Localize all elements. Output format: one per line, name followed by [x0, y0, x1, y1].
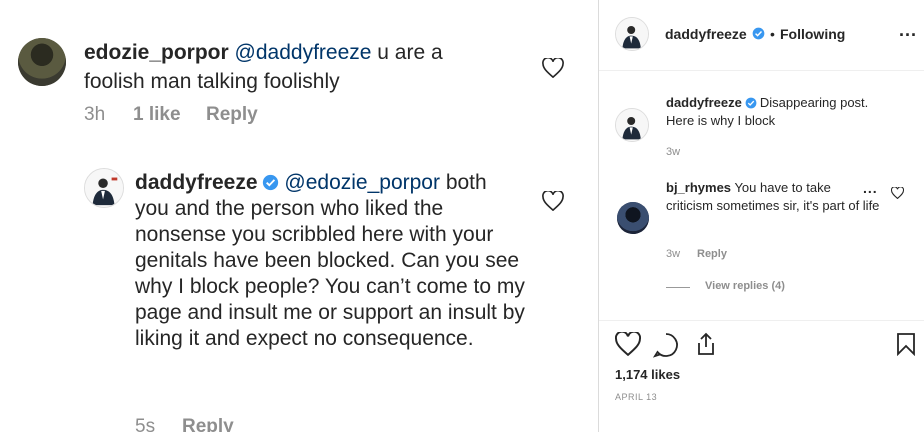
comment-body: both you and the person who liked the no… — [135, 171, 525, 350]
bookmark-icon[interactable] — [896, 332, 916, 356]
following-button[interactable]: Following — [780, 26, 845, 42]
avatar[interactable] — [18, 38, 66, 86]
verified-icon — [262, 174, 278, 191]
caption-time: 3w — [666, 146, 681, 158]
view-replies-button[interactable]: View replies (4) — [705, 280, 785, 292]
avatar[interactable] — [617, 202, 649, 234]
post-author-username[interactable]: daddyfreeze — [665, 26, 747, 42]
post-caption: daddyfreeze Disappearing post. Here is wh… — [666, 94, 891, 130]
comment-text: daddyfreeze @edozie_porpor both you and … — [135, 170, 525, 352]
heart-icon[interactable] — [542, 191, 564, 211]
post-panel: daddyfreeze • Following ... daddyfreeze D… — [599, 0, 924, 432]
separator-dot: • — [770, 26, 775, 42]
comment-like-count[interactable]: 1 like — [133, 104, 181, 126]
avatar[interactable] — [615, 108, 649, 142]
verified-icon — [752, 27, 765, 40]
post-date: APRIL 13 — [615, 392, 658, 402]
person-avatar-icon — [616, 109, 648, 141]
comment-thread-zoomed: edozie_porpor @daddyfreeze u are a fooli… — [0, 0, 598, 432]
comment-icon[interactable] — [653, 332, 679, 358]
share-icon[interactable] — [695, 332, 717, 356]
reply-button[interactable]: Reply — [697, 248, 727, 260]
comment-username[interactable]: bj_rhymes — [666, 180, 731, 195]
like-count[interactable]: 1,174 likes — [615, 367, 680, 382]
person-avatar-icon — [616, 18, 648, 50]
comment-mention[interactable]: @daddyfreeze — [235, 41, 372, 64]
reply-button[interactable]: Reply — [206, 104, 258, 126]
avatar[interactable] — [615, 17, 649, 51]
comment-username[interactable]: edozie_porpor — [84, 41, 229, 64]
verified-icon — [745, 97, 757, 109]
comment-time: 5s — [135, 416, 156, 432]
actions-divider — [599, 320, 924, 321]
comment-time: 3h — [84, 104, 106, 125]
view-replies-line — [666, 287, 690, 288]
caption-username[interactable]: daddyfreeze — [666, 95, 742, 110]
person-avatar-icon — [85, 169, 123, 207]
heart-icon[interactable] — [615, 332, 641, 356]
reply-button[interactable]: Reply — [182, 416, 234, 432]
heart-icon[interactable] — [891, 187, 904, 199]
comment-username[interactable]: daddyfreeze — [135, 171, 258, 194]
more-options-button[interactable]: ... — [899, 20, 917, 41]
heart-icon[interactable] — [542, 58, 564, 78]
comment-mention[interactable]: @edozie_porpor — [284, 171, 440, 194]
header-divider — [599, 70, 924, 71]
comment-text: edozie_porpor @daddyfreeze u are a fooli… — [84, 38, 504, 96]
comment-more-button[interactable]: ... — [863, 180, 878, 196]
avatar[interactable] — [84, 168, 124, 208]
comment-time: 3w — [666, 248, 681, 260]
comment-text: bj_rhymes You have to take criticism som… — [666, 179, 881, 215]
